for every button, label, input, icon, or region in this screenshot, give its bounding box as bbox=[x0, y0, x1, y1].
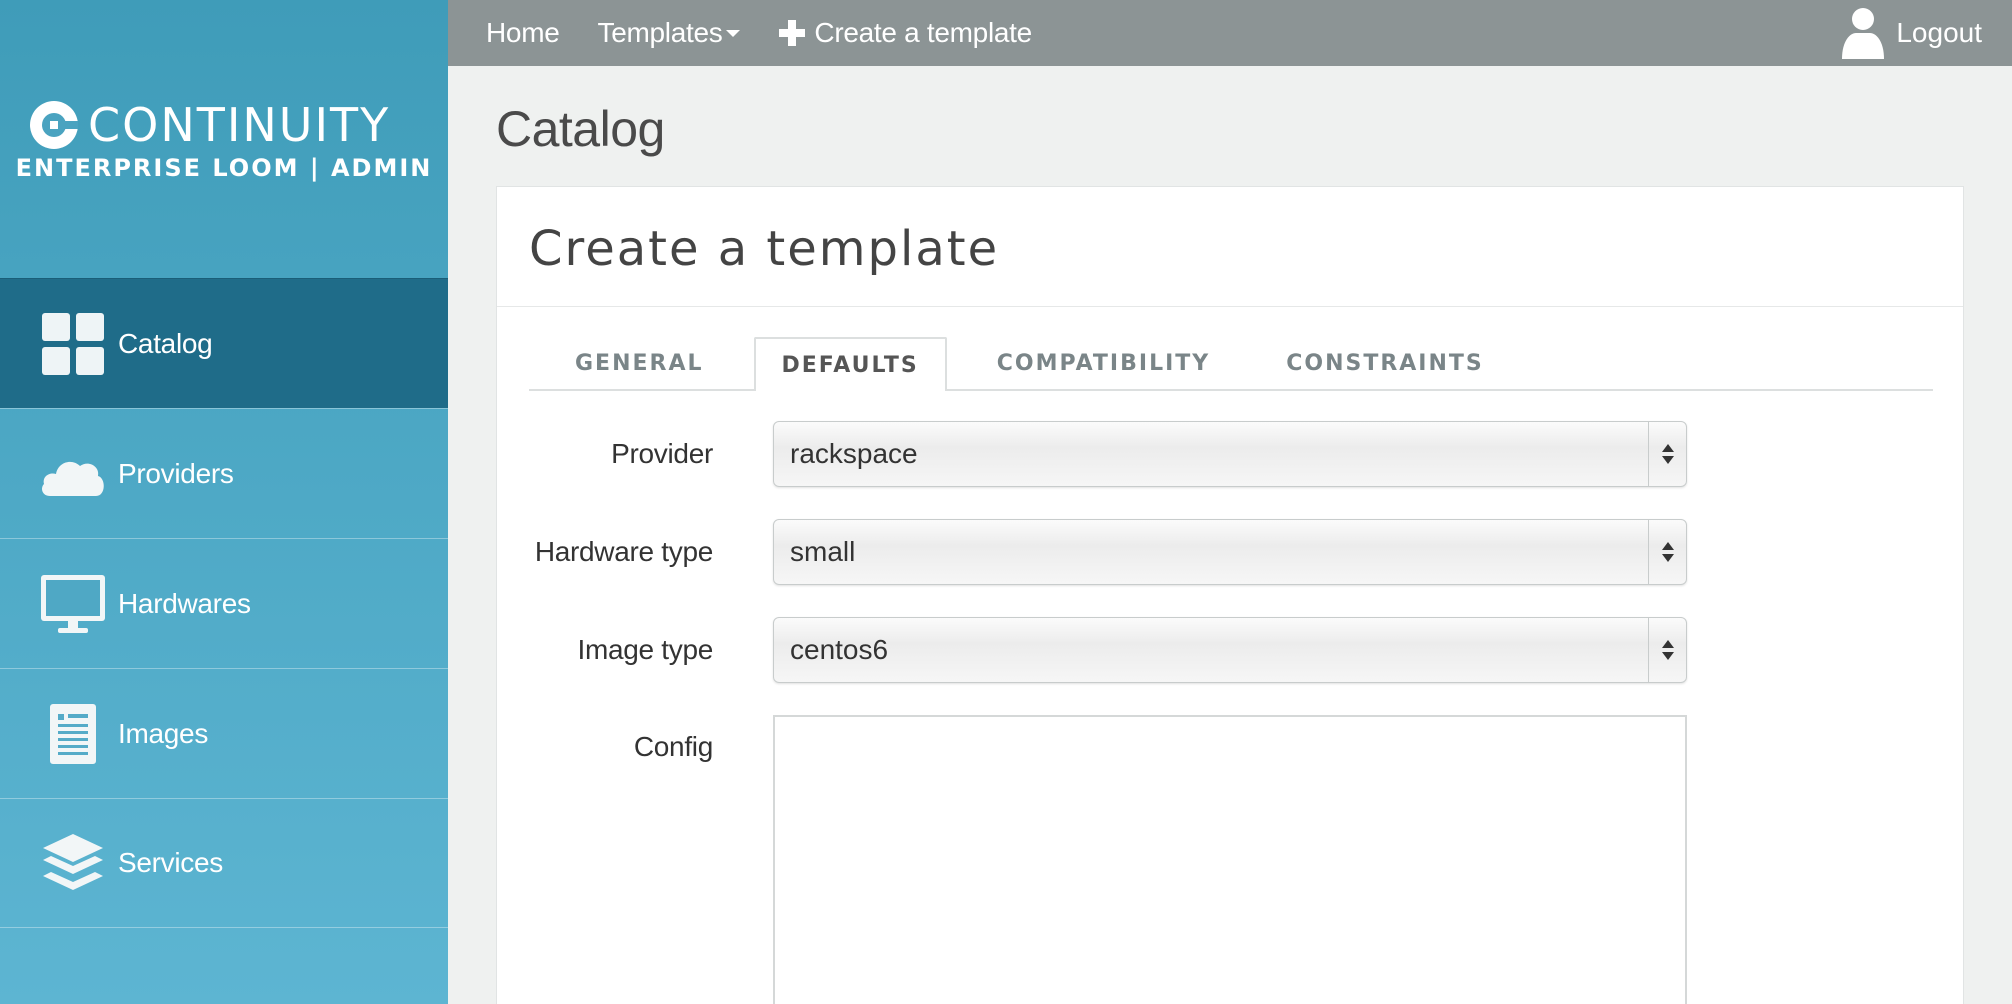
image-type-label: Image type bbox=[577, 634, 713, 665]
sidebar-item-label: Providers bbox=[118, 457, 234, 489]
document-icon bbox=[40, 701, 106, 767]
sidebar-item-label: Hardwares bbox=[118, 587, 251, 619]
template-tabs: GENERAL DEFAULTS COMPATIBILITY CONSTRAIN… bbox=[529, 337, 1933, 391]
logo-row: CONTINUITY bbox=[28, 98, 390, 152]
tab-constraints[interactable]: CONSTRAINTS bbox=[1260, 337, 1510, 389]
nav-templates-label: Templates bbox=[597, 17, 723, 48]
brand-subtitle: ENTERPRISE LOOM | ADMIN bbox=[15, 154, 433, 182]
plus-icon bbox=[779, 20, 806, 46]
app-window: CONTINUITY ENTERPRISE LOOM | ADMIN Catal… bbox=[0, 0, 2012, 1004]
create-template-panel: Create a template GENERAL DEFAULTS COMPA… bbox=[496, 186, 1964, 1004]
provider-row: Provider rackspace bbox=[497, 421, 1965, 487]
logout-label: Logout bbox=[1896, 17, 1982, 48]
image-type-select[interactable]: centos6 bbox=[773, 617, 1687, 683]
layers-icon bbox=[40, 830, 106, 896]
hardware-type-select[interactable]: small bbox=[773, 519, 1687, 585]
select-arrows-icon bbox=[1648, 520, 1686, 584]
tab-defaults[interactable]: DEFAULTS bbox=[753, 337, 947, 391]
sidebar-item-services[interactable]: Services bbox=[0, 798, 448, 928]
sidebar-item-label: Services bbox=[118, 847, 223, 878]
image-type-row: Image type centos6 bbox=[497, 617, 1965, 683]
user-icon bbox=[1842, 8, 1885, 59]
top-navbar: Home Templates Create a template Logout bbox=[448, 0, 2012, 66]
hardware-type-row: Hardware type small bbox=[497, 519, 1965, 585]
sidebar-nav: Catalog Providers Hardwares Images Servi… bbox=[0, 278, 448, 928]
config-label: Config bbox=[633, 731, 713, 762]
hardware-type-select-value: small bbox=[790, 536, 856, 567]
sidebar-item-catalog[interactable]: Catalog bbox=[0, 278, 448, 408]
image-type-select-value: centos6 bbox=[790, 634, 889, 665]
chevron-down-icon bbox=[726, 29, 741, 37]
monitor-icon bbox=[40, 571, 106, 637]
panel-header: Create a template bbox=[497, 187, 1963, 307]
nav-templates-dropdown[interactable]: Templates bbox=[598, 17, 741, 49]
cloud-icon bbox=[40, 441, 106, 507]
nav-create-template-link[interactable]: Create a template bbox=[778, 17, 1032, 49]
nav-create-template-label: Create a template bbox=[814, 17, 1032, 48]
nav-home-link[interactable]: Home bbox=[486, 17, 560, 49]
tab-compatibility[interactable]: COMPATIBILITY bbox=[971, 337, 1236, 389]
provider-select[interactable]: rackspace bbox=[773, 421, 1687, 487]
sidebar-item-label: Catalog bbox=[118, 327, 213, 359]
sidebar: CONTINUITY ENTERPRISE LOOM | ADMIN Catal… bbox=[0, 0, 448, 1004]
brand-name: CONTINUITY bbox=[88, 98, 391, 152]
select-arrows-icon bbox=[1648, 422, 1686, 486]
provider-select-value: rackspace bbox=[790, 438, 918, 469]
sidebar-item-images[interactable]: Images bbox=[0, 668, 448, 798]
sidebar-item-hardwares[interactable]: Hardwares bbox=[0, 538, 448, 668]
provider-label: Provider bbox=[611, 438, 713, 469]
sidebar-item-label: Images bbox=[118, 717, 209, 749]
config-row: Config bbox=[497, 715, 1965, 1004]
page-title: Catalog bbox=[496, 101, 665, 157]
logo[interactable]: CONTINUITY ENTERPRISE LOOM | ADMIN bbox=[0, 0, 448, 278]
continuity-logo-icon bbox=[30, 101, 78, 149]
select-arrows-icon bbox=[1648, 618, 1686, 682]
config-textarea[interactable] bbox=[773, 715, 1687, 1004]
sidebar-item-providers[interactable]: Providers bbox=[0, 408, 448, 538]
panel-title: Create a template bbox=[529, 221, 1000, 277]
logout-button[interactable]: Logout bbox=[1840, 0, 1982, 66]
hardware-type-label: Hardware type bbox=[534, 536, 713, 567]
grid-icon bbox=[40, 311, 106, 377]
tab-general[interactable]: GENERAL bbox=[549, 337, 730, 389]
